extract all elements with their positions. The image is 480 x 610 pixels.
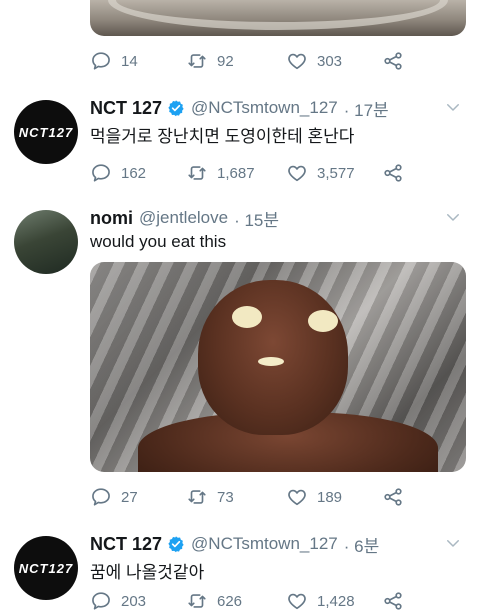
retweet-count: 92 <box>217 52 234 70</box>
author-handle[interactable]: @NCTsmtown_127 <box>191 98 338 118</box>
tweet-header: nomi @jentlelove · 15분 <box>90 206 279 230</box>
tweet[interactable]: nomi @jentlelove · 15분 would you eat thi… <box>0 206 480 274</box>
verified-badge-icon <box>168 100 184 117</box>
share-button[interactable] <box>382 588 404 610</box>
share-icon <box>384 488 402 506</box>
reply-icon <box>92 52 110 70</box>
tweet-media-image[interactable] <box>90 0 466 36</box>
retweet-count: 626 <box>217 592 243 610</box>
like-button[interactable]: 1,428 <box>286 588 355 610</box>
like-button[interactable]: 303 <box>286 48 342 74</box>
tweet-time: · 6분 <box>343 536 380 556</box>
avatar-logo-text: NCT127 <box>18 560 74 576</box>
retweet-icon <box>188 594 206 608</box>
retweet-icon <box>188 166 206 180</box>
author-handle[interactable]: @jentlelove <box>139 208 228 228</box>
author-name[interactable]: NCT 127 <box>90 98 162 119</box>
reply-button[interactable]: 27 <box>90 484 138 510</box>
retweet-button[interactable]: 626 <box>186 588 242 610</box>
like-count: 189 <box>317 488 343 506</box>
share-icon <box>384 52 402 70</box>
like-button[interactable]: 3,577 <box>286 160 355 186</box>
tweet-actions: 162 1,687 3,577 <box>90 160 466 186</box>
reply-icon <box>92 488 110 506</box>
author-name[interactable]: nomi <box>90 208 133 229</box>
retweet-icon <box>188 490 206 504</box>
avatar[interactable]: NCT127 <box>14 536 78 600</box>
reply-count: 203 <box>121 592 147 610</box>
reply-count: 14 <box>121 52 138 70</box>
like-button[interactable]: 189 <box>286 484 342 510</box>
share-button[interactable] <box>382 160 404 186</box>
reply-icon <box>92 592 110 610</box>
tweet-media-image[interactable] <box>90 262 466 472</box>
share-button[interactable] <box>382 48 404 74</box>
tweet-text: 꿈에 나올것같아 <box>90 563 205 582</box>
verified-badge-icon <box>168 536 184 553</box>
retweet-button[interactable]: 1,687 <box>186 160 255 186</box>
like-count: 3,577 <box>317 164 355 182</box>
avatar-logo-text: NCT127 <box>18 124 74 140</box>
chevron-down-icon[interactable] <box>444 534 462 552</box>
reply-button[interactable]: 14 <box>90 48 138 74</box>
reply-button[interactable]: 162 <box>90 160 146 186</box>
retweet-count: 1,687 <box>217 164 255 182</box>
like-count: 303 <box>317 52 343 70</box>
heart-icon <box>288 593 306 610</box>
avatar[interactable]: NCT127 <box>14 100 78 164</box>
author-name[interactable]: NCT 127 <box>90 534 162 555</box>
retweet-count: 73 <box>217 488 234 506</box>
tweet-time: · 17분 <box>343 100 389 120</box>
reply-count: 162 <box>121 164 147 182</box>
like-count: 1,428 <box>317 592 355 610</box>
heart-icon <box>288 489 306 506</box>
share-icon <box>384 164 402 182</box>
tweet-actions: 14 92 303 <box>90 48 466 74</box>
retweet-button[interactable]: 92 <box>186 48 234 74</box>
avatar[interactable] <box>14 210 78 274</box>
author-handle[interactable]: @NCTsmtown_127 <box>191 534 338 554</box>
retweet-button[interactable]: 73 <box>186 484 234 510</box>
tweet-header: NCT 127 @NCTsmtown_127 · 17분 <box>90 96 389 120</box>
heart-icon <box>288 165 306 182</box>
heart-icon <box>288 53 306 70</box>
retweet-icon <box>188 54 206 68</box>
share-icon <box>384 592 402 610</box>
reply-button[interactable]: 203 <box>90 588 146 610</box>
tweet-actions: 27 73 189 <box>90 484 466 510</box>
tweet-text: would you eat this <box>90 232 227 251</box>
tweet-text: 먹을거로 장난치면 도영이한테 혼난다 <box>90 127 355 146</box>
tweet-time: · 15분 <box>234 210 280 230</box>
chevron-down-icon[interactable] <box>444 98 462 116</box>
reply-count: 27 <box>121 488 138 506</box>
tweet-header: NCT 127 @NCTsmtown_127 · 6분 <box>90 532 379 556</box>
reply-icon <box>92 164 110 182</box>
chevron-down-icon[interactable] <box>444 208 462 226</box>
tweet-actions: 203 626 1,428 <box>90 588 466 610</box>
share-button[interactable] <box>382 484 404 510</box>
